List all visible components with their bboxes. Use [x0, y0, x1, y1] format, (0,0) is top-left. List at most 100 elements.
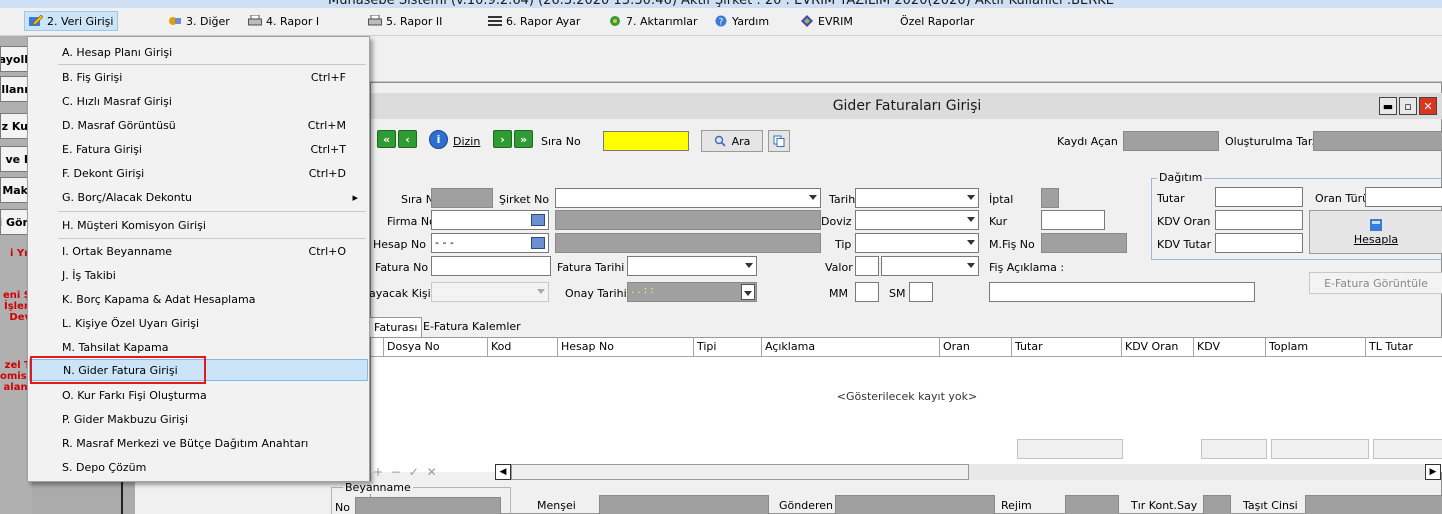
left-shortcut-button[interactable]: Mak: [0, 177, 30, 203]
horizontal-scrollbar-thumb[interactable]: [511, 464, 969, 480]
valor-days-input[interactable]: [855, 256, 879, 276]
tab-efatura-kalemler[interactable]: E-Fatura Kalemler: [419, 317, 525, 337]
sm-input[interactable]: [909, 282, 933, 302]
menu-item-fis-girisi[interactable]: B. Fiş Girişi Ctrl+F: [29, 66, 368, 88]
chevron-down-icon: [745, 263, 753, 268]
menu-diger[interactable]: 3. Diğer: [164, 11, 234, 31]
left-shortcut-button[interactable]: llanı: [0, 76, 30, 102]
ara-button[interactable]: Ara: [701, 130, 763, 152]
grid-col-aciklama[interactable]: Açıklama: [762, 338, 940, 357]
rejim-label: Rejim: [1001, 499, 1032, 512]
kdv-oran-input[interactable]: [1215, 210, 1303, 230]
fis-aciklama-input[interactable]: [989, 282, 1255, 302]
fatura-no-input[interactable]: [431, 256, 551, 276]
menu-item-gider-makbuzu[interactable]: P. Gider Makbuzu Girişi: [29, 408, 368, 430]
first-record-button[interactable]: «: [377, 130, 396, 148]
grid-row-indicator-header: [371, 338, 384, 357]
left-shortcut-button[interactable]: z Ku: [0, 113, 30, 139]
doviz-select[interactable]: [855, 210, 979, 230]
maximize-button[interactable]: ▫: [1399, 97, 1417, 115]
menu-item-musteri-komisyon[interactable]: H. Müşteri Komisyon Girişi: [29, 214, 368, 236]
prev-record-button[interactable]: ‹: [398, 130, 417, 148]
chevron-down-icon: [537, 289, 545, 294]
fatura-tarihi-select[interactable]: [627, 256, 757, 276]
info-icon[interactable]: i: [429, 130, 448, 149]
dizin-link[interactable]: Dizin: [453, 135, 480, 148]
menu-item-depo-cozum[interactable]: S. Depo Çözüm: [29, 456, 368, 478]
tir-kont-field: [1203, 495, 1231, 514]
kdv-tutar-input[interactable]: [1215, 233, 1303, 253]
minimize-button[interactable]: ▬: [1379, 97, 1397, 115]
submenu-arrow-icon: ▸: [352, 190, 358, 204]
menu-item-is-takibi[interactable]: J. İş Takibi: [29, 264, 368, 286]
grid-col-tipi[interactable]: Tipi: [694, 338, 762, 357]
menu-item-borc-alacak-dekontu[interactable]: G. Borç/Alacak Dekontu ▸: [29, 186, 368, 208]
grid-col-kdv[interactable]: KDV: [1194, 338, 1266, 357]
fis-aciklama-label: Fiş Açıklama :: [989, 261, 1065, 274]
valor-date-select[interactable]: [881, 256, 979, 276]
close-button[interactable]: ✕: [1419, 97, 1437, 115]
menu-item-tahsilat-kapama[interactable]: M. Tahsilat Kapama: [29, 336, 368, 358]
sirket-no-select[interactable]: [555, 188, 821, 208]
oran-turu-select[interactable]: [1365, 187, 1442, 207]
edit-pencil-icon: [29, 15, 43, 26]
search-icon: [714, 135, 726, 147]
next-record-button[interactable]: ›: [493, 130, 512, 148]
menu-ozel-raporlar[interactable]: Özel Raporlar: [896, 11, 978, 31]
grid-col-dosya-no[interactable]: Dosya No: [384, 338, 488, 357]
tarih-select[interactable]: [855, 188, 979, 208]
grid-col-oran[interactable]: Oran: [940, 338, 1012, 357]
menu-rapor-1[interactable]: 4. Rapor I: [244, 11, 323, 31]
menu-item-masraf-goruntusu[interactable]: D. Masraf Görüntüsü Ctrl+M: [29, 114, 368, 136]
hesapla-button[interactable]: Hesapla: [1309, 210, 1442, 254]
last-record-button[interactable]: »: [514, 130, 533, 148]
mm-input[interactable]: [855, 282, 879, 302]
menu-item-fatura-girisi[interactable]: E. Fatura Girişi Ctrl+T: [29, 138, 368, 160]
onay-dropdown-toggle[interactable]: [741, 284, 755, 300]
nav-sira-no-input[interactable]: [603, 131, 689, 151]
grid-empty-message: <Gösterilecek kayıt yok>: [836, 390, 978, 403]
dagitim-tutar-input[interactable]: [1215, 187, 1303, 207]
tools-icon: [169, 17, 181, 25]
menu-yardim[interactable]: ? Yardım: [710, 11, 773, 31]
scroll-right-button[interactable]: ▶: [1425, 464, 1441, 480]
left-shortcut-button[interactable]: ayoll: [0, 46, 30, 72]
gonderen-field: [835, 495, 995, 514]
chevron-down-icon: [809, 195, 817, 200]
menu-veri-girisi[interactable]: 2. Veri Girişi: [24, 11, 119, 31]
ayacak-kisi-select[interactable]: [431, 282, 549, 302]
grid-col-toplam[interactable]: Toplam: [1266, 338, 1366, 357]
kur-input[interactable]: [1041, 210, 1105, 230]
menu-item-borc-kapama[interactable]: K. Borç Kapama & Adat Hesaplama: [29, 288, 368, 310]
menu-item-dekont-girisi[interactable]: F. Dekont Girişi Ctrl+D: [29, 162, 368, 184]
menu-item-hesap-plani[interactable]: A. Hesap Planı Girişi: [29, 41, 368, 63]
menu-item-hizli-masraf[interactable]: C. Hızlı Masraf Girişi: [29, 90, 368, 112]
efatura-goruntule-button[interactable]: E-Fatura Görüntüle: [1309, 272, 1442, 294]
grid-col-hesap-no[interactable]: Hesap No: [558, 338, 694, 357]
menu-rapor-2[interactable]: 5. Rapor II: [364, 11, 446, 31]
grid-edit-tools[interactable]: + − ✓ ✕: [373, 465, 439, 479]
menu-item-kur-farki-fisi[interactable]: O. Kur Farkı Fişi Oluşturma: [29, 384, 368, 406]
left-shortcut-label: z Ku: [1, 119, 28, 133]
left-shortcut-button[interactable]: ve I: [0, 146, 30, 172]
grid-col-tl-tutar[interactable]: TL Tutar: [1366, 338, 1442, 357]
horizontal-scrollbar-track[interactable]: [969, 464, 1425, 480]
menu-item-kisiye-ozel-uyari[interactable]: L. Kişiye Özel Uyarı Girişi: [29, 312, 368, 334]
iptal-checkbox[interactable]: [1041, 188, 1059, 208]
grid-col-tutar[interactable]: Tutar: [1012, 338, 1122, 357]
grid-col-kdv-oran[interactable]: KDV Oran: [1122, 338, 1194, 357]
menu-rapor-ayar[interactable]: 6. Rapor Ayar: [484, 11, 584, 31]
copy-button[interactable]: [768, 130, 790, 152]
tab-faturasi[interactable]: Faturası: [369, 317, 423, 337]
tip-select[interactable]: [855, 233, 979, 253]
menu-item-ortak-beyanname[interactable]: I. Ortak Beyanname Ctrl+O: [29, 240, 368, 262]
menu-item-masraf-merkezi[interactable]: R. Masraf Merkezi ve Bütçe Dağıtım Anaht…: [29, 432, 368, 454]
lookup-icon[interactable]: [531, 214, 545, 226]
menu-aktarimlar[interactable]: 7. Aktarımlar: [604, 11, 702, 31]
lookup-icon[interactable]: [531, 237, 545, 249]
grid-col-kod[interactable]: Kod: [488, 338, 558, 357]
scroll-left-button[interactable]: ◀: [495, 464, 511, 480]
onay-tarihi-field[interactable]: . . : :: [627, 282, 757, 302]
menu-evrim[interactable]: EVRIM: [796, 11, 857, 31]
left-shortcut-button[interactable]: j Gör: [0, 209, 30, 235]
